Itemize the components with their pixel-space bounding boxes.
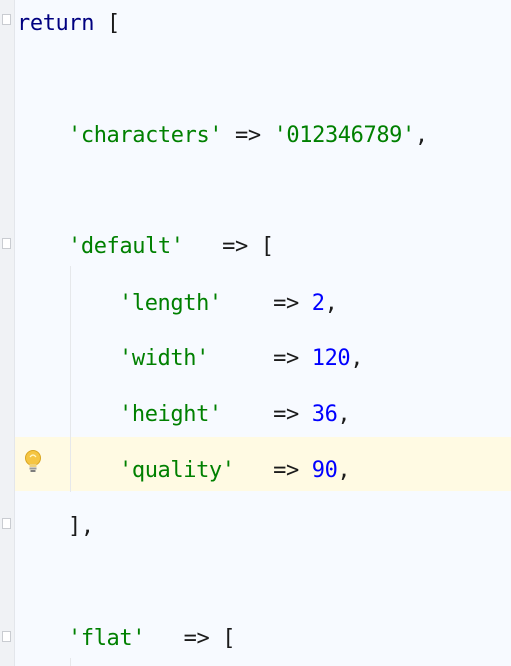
comma: , xyxy=(324,291,338,316)
fold-marker-icon[interactable] xyxy=(2,631,11,642)
code-line[interactable]: 'quality' => 90, xyxy=(119,455,351,487)
indent-guide xyxy=(70,266,71,492)
code-line[interactable]: ], xyxy=(68,511,94,543)
arrow-operator: => xyxy=(235,123,261,148)
lightbulb-icon[interactable] xyxy=(23,449,43,475)
default-key: 'default' xyxy=(68,234,184,259)
code-line[interactable]: 'characters' => '012346789', xyxy=(68,120,428,152)
code-editor[interactable]: return [ 'characters' => '012346789', 'd… xyxy=(0,0,511,666)
characters-value: '012346789' xyxy=(273,123,416,148)
code-line[interactable]: return [ xyxy=(17,8,120,40)
arrow-operator: => xyxy=(183,626,210,651)
width-key: 'width' xyxy=(119,346,209,371)
quality-key: 'quality' xyxy=(119,458,235,483)
fold-marker-icon[interactable] xyxy=(2,518,11,529)
return-keyword: return xyxy=(17,11,95,36)
editor-gutter[interactable] xyxy=(0,0,15,666)
comma: , xyxy=(414,123,428,148)
length-value: 2 xyxy=(311,291,325,316)
open-bracket: [ xyxy=(222,626,236,651)
quality-value: 90 xyxy=(311,458,338,483)
code-line[interactable]: 'width' => 120, xyxy=(119,343,364,375)
indent-guide xyxy=(70,658,71,666)
width-value: 120 xyxy=(311,346,351,371)
comma: , xyxy=(337,402,351,427)
comma: , xyxy=(337,458,351,483)
code-line[interactable]: 'flat' => [ xyxy=(68,623,235,655)
fold-marker-icon[interactable] xyxy=(2,238,11,249)
open-bracket: [ xyxy=(260,234,274,259)
arrow-operator: => xyxy=(273,346,299,371)
height-key: 'height' xyxy=(119,402,222,427)
length-key: 'length' xyxy=(119,291,222,316)
height-value: 36 xyxy=(311,402,338,427)
arrow-operator: => xyxy=(273,458,299,483)
code-line[interactable]: 'height' => 36, xyxy=(119,399,351,431)
flat-key: 'flat' xyxy=(68,626,146,651)
comma: , xyxy=(350,346,364,371)
close-bracket: ], xyxy=(68,514,94,539)
code-line[interactable]: 'length' => 2, xyxy=(119,288,338,320)
arrow-operator: => xyxy=(273,291,299,316)
fold-marker-icon[interactable] xyxy=(2,14,11,25)
arrow-operator: => xyxy=(273,402,299,427)
code-line[interactable]: 'default' => [ xyxy=(68,231,274,263)
arrow-operator: => xyxy=(222,234,248,259)
characters-key: 'characters' xyxy=(68,123,223,148)
open-bracket: [ xyxy=(106,11,120,36)
